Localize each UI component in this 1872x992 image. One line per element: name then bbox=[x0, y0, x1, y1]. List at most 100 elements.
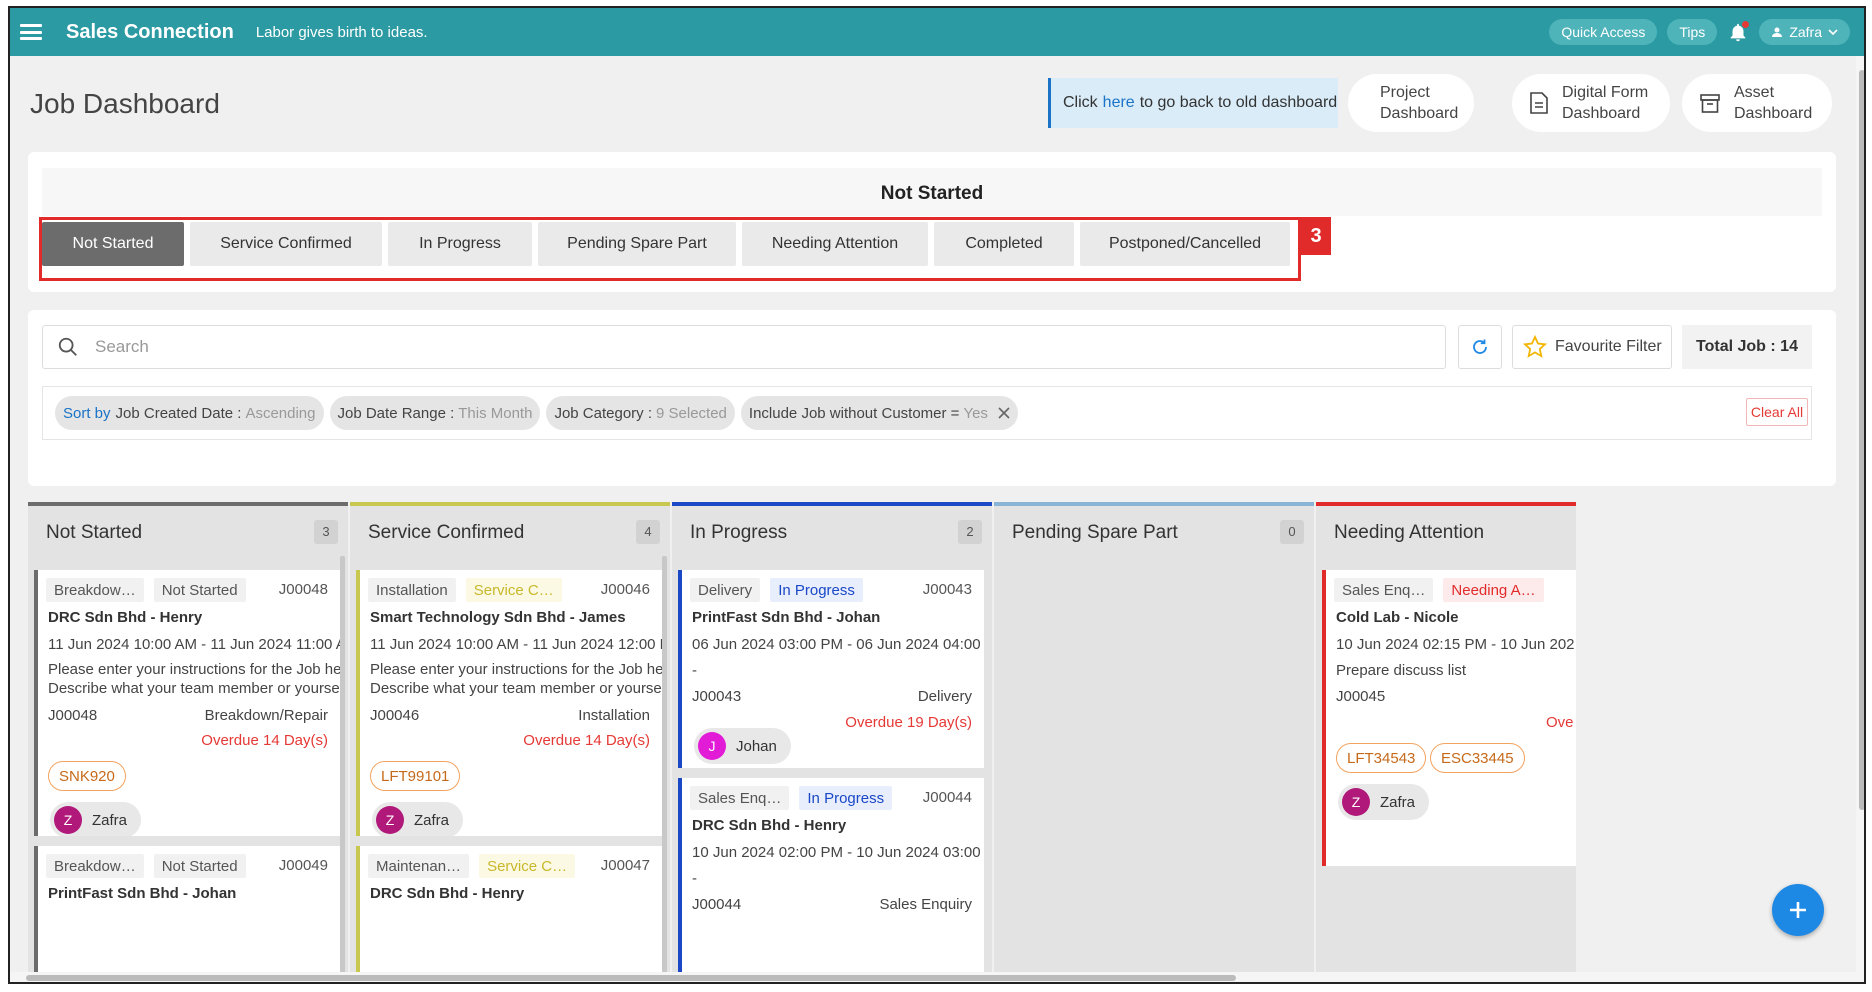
column-count: 2 bbox=[958, 520, 982, 544]
column-needing-attention: Needing Attention Sales Enq… Needing A… C… bbox=[1316, 502, 1576, 982]
assignee-chip[interactable]: Z Zafra bbox=[1338, 784, 1430, 820]
job-code: J00048 bbox=[48, 707, 98, 724]
avatar: J bbox=[698, 732, 726, 760]
job-card[interactable]: Delivery In Progress J00043 PrintFast Sdn… bbox=[678, 570, 984, 768]
column-not-started: Not Started 3 Breakdow… Not Started J0004… bbox=[28, 502, 348, 982]
job-status-tag: In Progress bbox=[770, 578, 863, 602]
clear-all-button[interactable]: Clear All bbox=[1746, 398, 1808, 426]
job-card[interactable]: Sales Enq… Needing A… Cold Lab - Nicole 1… bbox=[1322, 570, 1576, 866]
job-category: Installation bbox=[578, 707, 650, 724]
column-title: In Progress bbox=[690, 522, 788, 543]
column-scrollbar[interactable] bbox=[340, 556, 345, 982]
column-pending-spare-part: Pending Spare Part 0 bbox=[994, 502, 1314, 982]
filter-panel: Search Favourite Filter Total Job : 14 S… bbox=[28, 310, 1836, 486]
overdue-label: Overdue 14 Day(s) bbox=[523, 732, 650, 749]
customer-name: PrintFast Sdn Bhd - Johan bbox=[692, 609, 881, 626]
asset-tag[interactable]: ESC33445 bbox=[1430, 743, 1525, 773]
job-category-chip[interactable]: Job Category : 9 Selected bbox=[546, 396, 735, 430]
page-title: Job Dashboard bbox=[30, 88, 220, 119]
column-title: Pending Spare Part bbox=[1012, 522, 1178, 543]
user-menu-button[interactable]: Zafra bbox=[1759, 19, 1850, 45]
avatar: Z bbox=[54, 806, 82, 834]
refresh-button[interactable] bbox=[1458, 325, 1502, 369]
app-slogan: Labor gives birth to ideas. bbox=[255, 23, 428, 41]
customer-name: Cold Lab - Nicole bbox=[1336, 609, 1459, 626]
user-icon bbox=[1772, 27, 1783, 37]
filter-chips-row: Sort by Job Created Date : Ascending Job… bbox=[42, 386, 1812, 440]
job-card[interactable]: Installation Service C… J00046 Smart Tech… bbox=[356, 570, 662, 836]
old-dashboard-link[interactable]: here bbox=[1103, 94, 1135, 112]
job-datetime: 10 Jun 2024 02:15 PM - 10 Jun 202 bbox=[1336, 636, 1575, 653]
job-datetime: 06 Jun 2024 03:00 PM - 06 Jun 2024 04:00… bbox=[692, 636, 984, 653]
job-id: J00044 bbox=[922, 789, 972, 806]
job-card[interactable]: Breakdow… Not Started J00049 PrintFast Sd… bbox=[34, 846, 340, 982]
job-type-tag: Breakdow… bbox=[46, 854, 144, 878]
job-card[interactable]: Maintenan… Service C… J00047 DRC Sdn Bhd … bbox=[356, 846, 662, 982]
chevron-down-icon bbox=[1828, 29, 1838, 36]
app-brand[interactable]: Sales Connection bbox=[66, 21, 234, 44]
job-id: J00046 bbox=[600, 581, 650, 598]
customer-name: PrintFast Sdn Bhd - Johan bbox=[48, 885, 237, 902]
asset-tag[interactable]: LFT99101 bbox=[370, 761, 461, 791]
job-card[interactable]: Breakdow… Not Started J00048 DRC Sdn Bhd … bbox=[34, 570, 340, 836]
plus-icon bbox=[1790, 902, 1806, 918]
notification-bell-icon[interactable] bbox=[1727, 21, 1750, 43]
job-type-tag: Maintenan… bbox=[368, 854, 470, 878]
overdue-label: Overdue 14 Day(s) bbox=[201, 732, 328, 749]
asset-dashboard-button[interactable]: Asset Dashboard bbox=[1682, 74, 1832, 132]
star-icon bbox=[1523, 335, 1547, 358]
asset-tag[interactable]: LFT34543 bbox=[1336, 743, 1427, 773]
project-dashboard-button[interactable]: Project Dashboard bbox=[1348, 74, 1474, 132]
job-description-2: Describe what your team member or yourse… bbox=[48, 680, 340, 697]
without-customer-chip[interactable]: Include Job without Customer = Yes bbox=[740, 396, 1018, 430]
column-count: 3 bbox=[314, 520, 338, 544]
job-type-tag: Sales Enq… bbox=[690, 786, 790, 810]
job-id: J00049 bbox=[278, 857, 328, 874]
page-vertical-scrollbar[interactable] bbox=[1856, 56, 1864, 982]
job-description: - bbox=[692, 870, 697, 887]
job-status-tag: Not Started bbox=[153, 578, 246, 602]
date-range-chip[interactable]: Job Date Range : This Month bbox=[329, 396, 541, 430]
board-horizontal-scrollbar[interactable] bbox=[10, 972, 1856, 982]
assignee-chip[interactable]: Z Zafra bbox=[50, 802, 142, 836]
job-type-tag: Sales Enq… bbox=[1334, 578, 1434, 602]
annotation-highlight-box bbox=[39, 217, 1301, 281]
customer-name: DRC Sdn Bhd - Henry bbox=[370, 885, 525, 902]
job-status-tag: Needing A… bbox=[1443, 578, 1544, 602]
selected-status-title: Not Started bbox=[42, 168, 1822, 216]
user-name: Zafra bbox=[1789, 24, 1822, 40]
job-status-tag: Service C… bbox=[479, 854, 576, 878]
column-scrollbar[interactable] bbox=[662, 556, 667, 982]
job-datetime: 11 Jun 2024 10:00 AM - 11 Jun 2024 11:00… bbox=[48, 636, 340, 653]
top-bar: Sales Connection Labor gives birth to id… bbox=[10, 8, 1864, 56]
quick-access-button[interactable]: Quick Access bbox=[1549, 19, 1658, 45]
tips-button[interactable]: Tips bbox=[1667, 19, 1718, 45]
menu-icon[interactable] bbox=[20, 24, 42, 40]
avatar: Z bbox=[1342, 788, 1370, 816]
search-input[interactable]: Search bbox=[42, 325, 1446, 369]
sort-chip[interactable]: Sort by Job Created Date : Ascending bbox=[55, 396, 324, 430]
favourite-filter-button[interactable]: Favourite Filter bbox=[1512, 325, 1672, 369]
avatar: Z bbox=[376, 806, 404, 834]
job-type-tag: Installation bbox=[368, 578, 456, 602]
asset-tag[interactable]: SNK920 bbox=[48, 761, 126, 791]
refresh-icon bbox=[1473, 339, 1487, 354]
job-description-2: Describe what your team member or yourse… bbox=[370, 680, 662, 697]
job-type-tag: Breakdow… bbox=[46, 578, 144, 602]
job-category: Breakdown/Repair bbox=[204, 707, 328, 724]
job-description: Please enter your instructions for the J… bbox=[48, 661, 340, 678]
close-icon[interactable] bbox=[998, 407, 1010, 419]
job-category: Sales Enquiry bbox=[879, 896, 972, 913]
total-job-count: Total Job : 14 bbox=[1682, 325, 1812, 369]
search-placeholder: Search bbox=[95, 337, 149, 356]
job-datetime: 11 Jun 2024 10:00 AM - 11 Jun 2024 12:00… bbox=[370, 636, 662, 653]
assignee-chip[interactable]: J Johan bbox=[694, 728, 791, 764]
column-count: 4 bbox=[636, 520, 660, 544]
job-status-tag: Not Started bbox=[153, 854, 246, 878]
old-dashboard-notice: Click here to go back to old dashboard bbox=[1048, 78, 1338, 128]
assignee-chip[interactable]: Z Zafra bbox=[372, 802, 464, 836]
job-card[interactable]: Sales Enq… In Progress J00044 DRC Sdn Bhd… bbox=[678, 778, 984, 982]
add-job-button[interactable] bbox=[1772, 884, 1824, 936]
app-window: Sales Connection Labor gives birth to id… bbox=[8, 6, 1866, 984]
digital-form-dashboard-button[interactable]: Digital Form Dashboard bbox=[1512, 74, 1670, 132]
